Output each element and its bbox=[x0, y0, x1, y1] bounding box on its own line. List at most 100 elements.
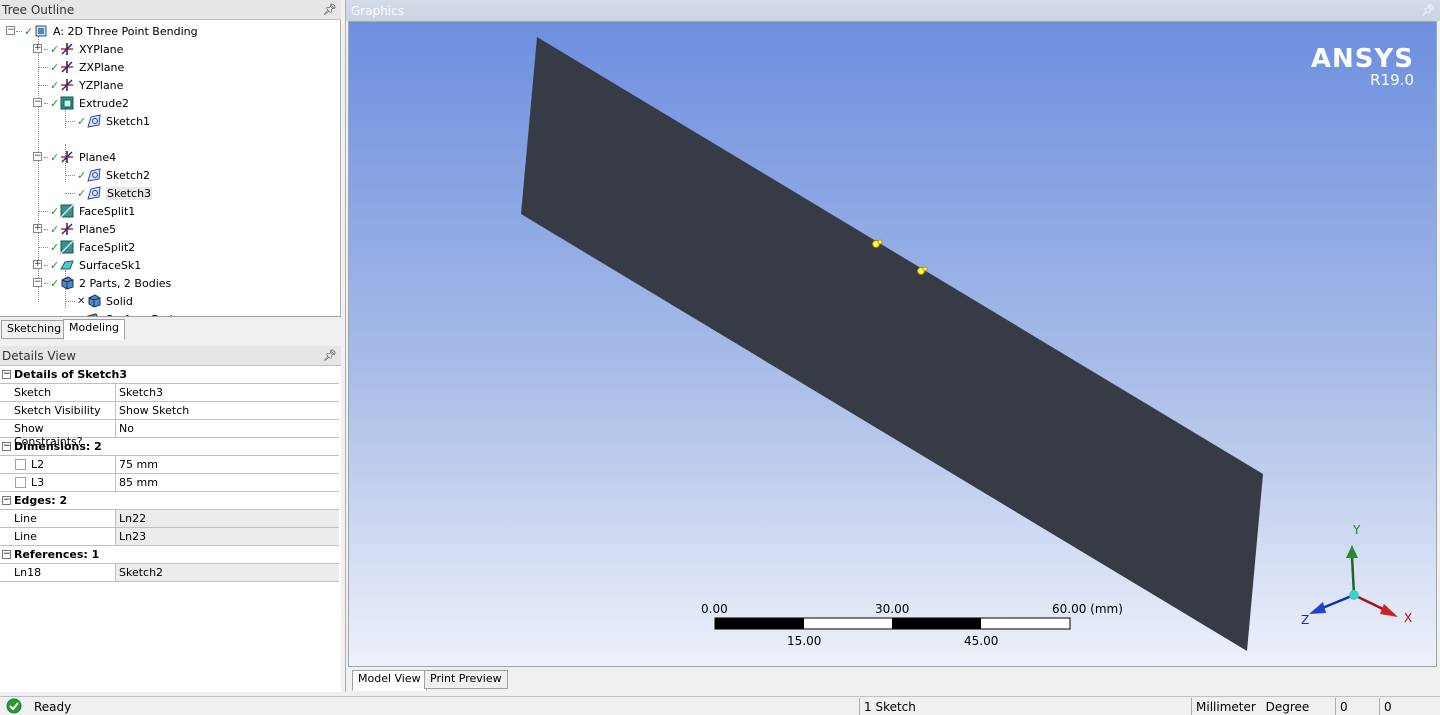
pin-icon[interactable]: 📌︎ bbox=[323, 3, 337, 16]
tree-item-label: Sketch2 bbox=[106, 168, 151, 182]
tree-item-xyplane[interactable]: ✓ XYPlane bbox=[44, 40, 123, 58]
collapse-icon[interactable]: − bbox=[2, 496, 11, 505]
group-title: Dimensions: 2 bbox=[14, 440, 102, 453]
facesplit-icon bbox=[60, 204, 74, 218]
facesplit-icon bbox=[60, 240, 74, 254]
details-view-title: Details View bbox=[2, 348, 76, 363]
graphics-tabs: Model View Print Preview bbox=[348, 668, 1437, 692]
axis-label: Z bbox=[1301, 613, 1309, 627]
tree-item-extrude2[interactable]: ✓ Extrude2 bbox=[44, 94, 129, 112]
details-row[interactable]: Sketch Visibility Show Sketch bbox=[0, 402, 339, 420]
sketch-icon bbox=[87, 168, 101, 182]
scale-label: 45.00 bbox=[964, 634, 998, 648]
details-group[interactable]: − Edges: 2 bbox=[0, 492, 339, 510]
group-title: References: 1 bbox=[14, 548, 100, 561]
check-icon: ✓ bbox=[50, 222, 60, 236]
tree-item-sketch2[interactable]: ✓ Sketch2 bbox=[65, 166, 150, 184]
graphics-title: Graphics bbox=[351, 3, 404, 18]
extrude-icon bbox=[60, 96, 74, 110]
details-group[interactable]: − References: 1 bbox=[0, 546, 339, 564]
pin-icon[interactable]: 📌︎ bbox=[323, 349, 337, 362]
plane-icon bbox=[60, 42, 74, 56]
check-icon: ✓ bbox=[77, 186, 87, 200]
row-key: L3 bbox=[31, 476, 45, 489]
collapse-icon[interactable]: − bbox=[6, 26, 15, 35]
details-group[interactable]: − Dimensions: 2 bbox=[0, 438, 339, 456]
details-row[interactable]: L2 75 mm bbox=[0, 456, 339, 474]
suppressed-icon: ✕ bbox=[77, 295, 86, 307]
expand-icon[interactable]: + bbox=[33, 260, 42, 269]
row-value[interactable]: Ln23 bbox=[116, 528, 339, 546]
tab-print-preview[interactable]: Print Preview bbox=[424, 670, 508, 689]
parameter-checkbox[interactable] bbox=[15, 477, 26, 488]
tree-item-surfacesk1[interactable]: ✓ SurfaceSk1 bbox=[44, 256, 141, 274]
group-title: Details of Sketch3 bbox=[14, 368, 128, 381]
details-row[interactable]: Line Ln22 bbox=[0, 510, 339, 528]
tree-item-label: Sketch3 bbox=[106, 186, 153, 200]
tab-sketching[interactable]: Sketching bbox=[1, 320, 68, 339]
axis-label: X bbox=[1404, 611, 1412, 625]
tree-outline-title: Tree Outline bbox=[2, 2, 75, 17]
collapse-icon[interactable]: − bbox=[2, 550, 11, 559]
graphics-viewport[interactable]: 0.00 30.00 60.00 (mm) 15.00 45.00 Y X Z bbox=[348, 21, 1437, 667]
details-row[interactable]: L3 85 mm bbox=[0, 474, 339, 492]
row-key: Line bbox=[0, 510, 116, 528]
tree-item-solid[interactable]: ✕ Solid bbox=[65, 292, 133, 310]
row-value[interactable]: No bbox=[116, 420, 339, 438]
details-row[interactable]: Line Ln23 bbox=[0, 528, 339, 546]
angle-unit: Degree bbox=[1265, 700, 1310, 714]
check-icon: ✓ bbox=[50, 240, 60, 254]
tree-item-sketch3[interactable]: ✓ Sketch3 bbox=[65, 184, 153, 202]
collapse-icon[interactable]: − bbox=[2, 370, 11, 379]
ready-status-icon bbox=[6, 698, 22, 715]
units-status: Millimeter Degree bbox=[1191, 698, 1335, 715]
details-view: − Details of Sketch3 Sketch Sketch3 Sketc… bbox=[0, 366, 341, 692]
tree-outline: − ✓ A: 2D Three Point Bending + ✓ XYPlan… bbox=[0, 20, 341, 326]
pin-icon[interactable]: 📌︎ bbox=[1421, 4, 1435, 17]
row-value[interactable]: Ln22 bbox=[116, 510, 339, 528]
plate-body[interactable] bbox=[521, 37, 1263, 651]
tree-item-facesplit2[interactable]: ✓ FaceSplit2 bbox=[38, 238, 135, 256]
sketch-icon bbox=[87, 114, 101, 128]
logo-text: ANSYS bbox=[1310, 44, 1414, 74]
collapse-icon[interactable]: − bbox=[33, 152, 42, 161]
tree-item-label: A: 2D Three Point Bending bbox=[53, 24, 198, 38]
expand-icon[interactable]: + bbox=[33, 224, 42, 233]
expand-icon[interactable]: + bbox=[33, 44, 42, 53]
plane-icon bbox=[60, 150, 74, 164]
row-value[interactable]: 85 mm bbox=[116, 474, 339, 492]
details-group[interactable]: − Details of Sketch3 bbox=[0, 366, 339, 384]
tab-modeling[interactable]: Modeling bbox=[63, 319, 126, 340]
collapse-icon[interactable]: − bbox=[33, 278, 42, 287]
status-bar: Ready 1 Sketch Millimeter Degree 0 0 bbox=[0, 696, 1440, 715]
row-value[interactable]: 75 mm bbox=[116, 456, 339, 474]
tree-item-plane5[interactable]: ✓ Plane5 bbox=[44, 220, 116, 238]
tree-item-yzplane[interactable]: ✓ YZPlane bbox=[38, 76, 123, 94]
parameter-checkbox[interactable] bbox=[15, 459, 26, 470]
model-canvas[interactable]: 0.00 30.00 60.00 (mm) 15.00 45.00 Y X Z bbox=[349, 22, 1437, 667]
axis-triad[interactable]: Y X Z bbox=[1301, 523, 1412, 627]
check-icon: ✓ bbox=[50, 258, 60, 272]
details-row[interactable]: Sketch Sketch3 bbox=[0, 384, 339, 402]
row-key: Sketch Visibility bbox=[0, 402, 116, 420]
tree-item-plane4[interactable]: ✓ Plane4 bbox=[44, 148, 116, 166]
tree-item-root[interactable]: ✓ A: 2D Three Point Bending bbox=[16, 22, 198, 40]
scale-label: 30.00 bbox=[875, 602, 909, 616]
tree-item-facesplit1[interactable]: ✓ FaceSplit1 bbox=[38, 202, 135, 220]
collapse-icon[interactable]: − bbox=[2, 442, 11, 451]
tree-item-parts[interactable]: ✓ 2 Parts, 2 Bodies bbox=[44, 274, 171, 292]
tree-item-label: FaceSplit1 bbox=[79, 204, 136, 218]
tree-item-label: FaceSplit2 bbox=[79, 240, 136, 254]
row-value[interactable]: Sketch2 bbox=[116, 564, 339, 582]
tree-item-sketch1[interactable]: ✓ Sketch1 bbox=[65, 112, 150, 130]
details-row[interactable]: Ln18 Sketch2 bbox=[0, 564, 339, 582]
tree-item-zxplane[interactable]: ✓ ZXPlane bbox=[38, 58, 124, 76]
row-value[interactable]: Sketch3 bbox=[116, 384, 339, 402]
collapse-icon[interactable]: − bbox=[33, 98, 42, 107]
tree-item-label: Plane4 bbox=[79, 150, 117, 164]
details-row[interactable]: Show Constraints? No bbox=[0, 420, 339, 448]
tab-model-view[interactable]: Model View bbox=[352, 670, 427, 691]
details-view-header: Details View 📌︎ bbox=[0, 346, 341, 366]
axis-label: Y bbox=[1352, 523, 1361, 537]
row-value[interactable]: Show Sketch bbox=[116, 402, 339, 420]
